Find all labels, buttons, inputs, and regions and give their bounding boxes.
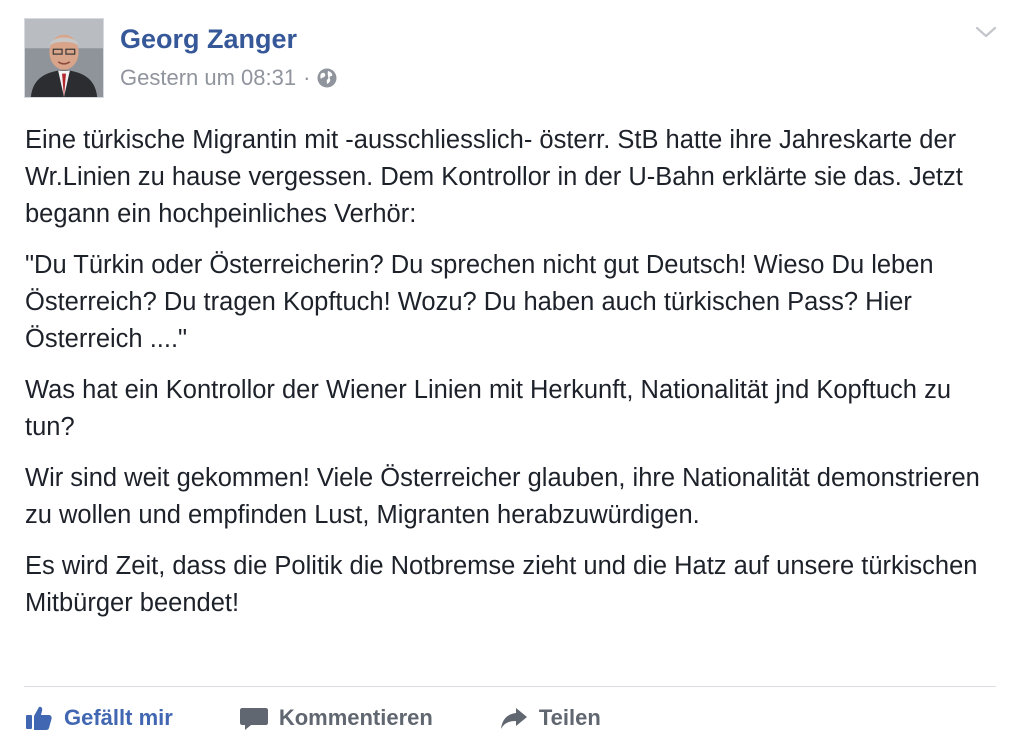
chevron-down-icon[interactable] — [974, 22, 998, 42]
meta-separator: · — [303, 65, 311, 90]
post-paragraph: Wir sind weit gekommen! Viele Österreich… — [25, 464, 980, 529]
post-paragraph: "Du Türkin oder Österreicherin? Du sprec… — [25, 251, 934, 353]
comment-button[interactable]: Kommentieren — [239, 704, 433, 732]
profile-photo — [25, 19, 103, 97]
share-button[interactable]: Teilen — [499, 704, 601, 732]
post-paragraph: Es wird Zeit, dass die Politik die Notbr… — [25, 552, 978, 617]
like-button[interactable]: Gefällt mir — [24, 704, 173, 732]
like-label: Gefällt mir — [64, 705, 173, 730]
globe-icon[interactable] — [316, 67, 338, 89]
comment-icon — [239, 704, 269, 732]
post-actions: Gefällt mir Kommentieren Teilen — [24, 696, 601, 740]
author-name[interactable]: Georg Zanger — [120, 22, 297, 56]
facebook-post: Georg Zanger Gestern um 08:31 · Eine tür… — [0, 0, 1026, 756]
comment-label: Kommentieren — [278, 705, 433, 730]
share-label: Teilen — [538, 705, 601, 730]
post-body: Eine türkische Migrantin mit -ausschlies… — [25, 122, 985, 636]
post-timestamp[interactable]: Gestern um 08:31 — [120, 65, 296, 91]
post-paragraph: Eine türkische Migrantin mit -ausschlies… — [25, 126, 963, 228]
avatar[interactable] — [24, 18, 104, 98]
thumbs-up-icon — [24, 704, 54, 732]
action-divider — [24, 686, 996, 687]
share-arrow-icon — [499, 704, 529, 732]
post-paragraph: Was hat ein Kontrollor der Wiener Linien… — [25, 376, 952, 441]
post-meta: Gestern um 08:31 · — [120, 62, 338, 94]
